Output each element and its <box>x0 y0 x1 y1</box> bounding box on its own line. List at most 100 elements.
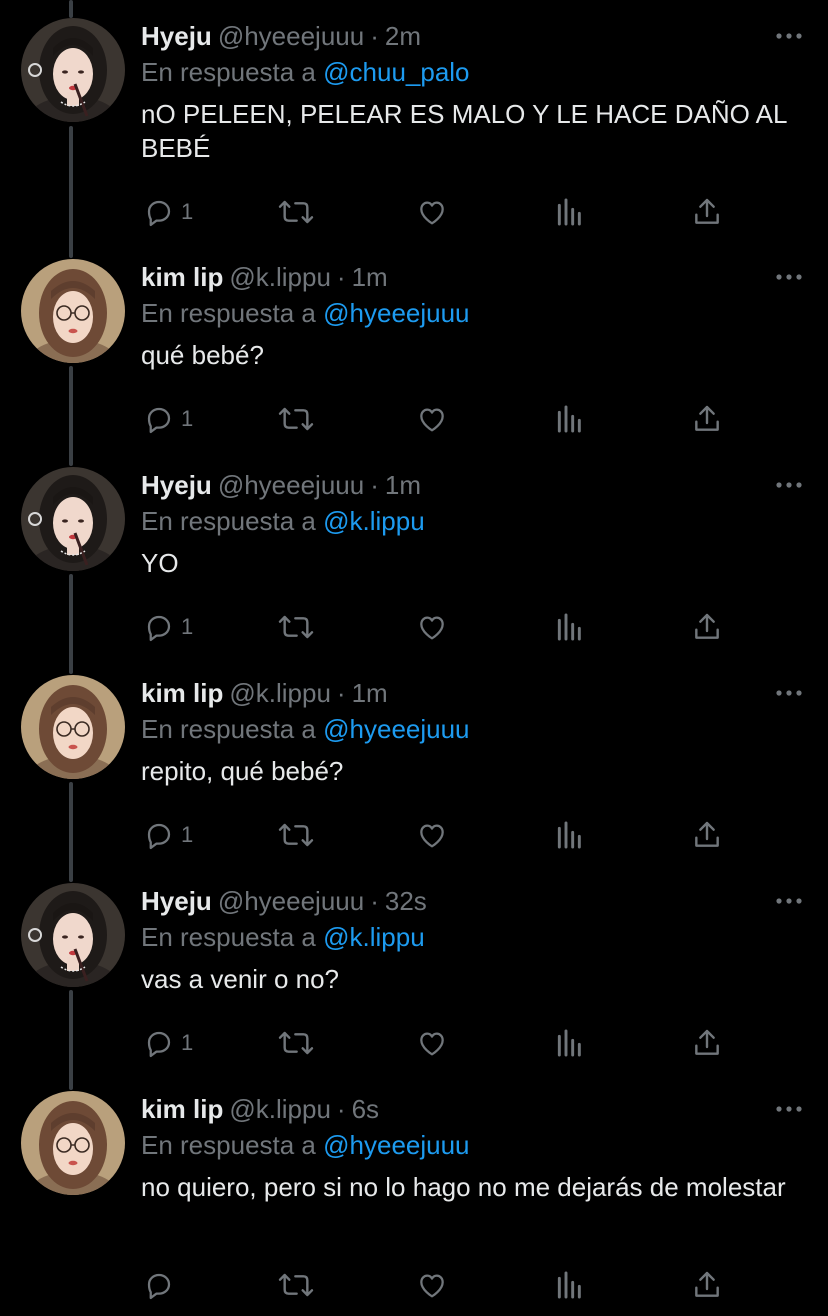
thread-line <box>69 782 73 882</box>
analytics-button[interactable] <box>555 1265 585 1305</box>
tweet-text: nO PELEEN, PELEAR ES MALO Y LE HACE DAÑO… <box>141 99 787 163</box>
separator: · <box>370 21 379 51</box>
reply-context: En respuesta a @hyeeejuuu <box>141 711 804 747</box>
analytics-icon <box>557 821 581 849</box>
avatar[interactable] <box>21 883 125 987</box>
timestamp[interactable]: 2m <box>385 21 421 51</box>
reply-button[interactable]: 1 <box>143 1023 193 1063</box>
username[interactable]: @hyeeejuuu <box>218 470 364 500</box>
more-options-icon[interactable] <box>774 883 804 919</box>
analytics-icon <box>557 198 581 226</box>
timestamp[interactable]: 1m <box>352 678 388 708</box>
retweet-button[interactable] <box>278 1023 314 1063</box>
reply-prefix: En respuesta a <box>141 922 316 952</box>
retweet-icon <box>278 615 314 639</box>
like-icon <box>420 616 444 640</box>
retweet-button[interactable] <box>278 399 314 439</box>
analytics-button[interactable] <box>555 607 585 647</box>
reply-button[interactable] <box>143 1265 181 1305</box>
separator: · <box>336 1094 346 1124</box>
analytics-button[interactable] <box>555 815 585 855</box>
retweet-icon <box>278 823 314 847</box>
display-name[interactable]: kim lip <box>141 262 223 292</box>
timestamp[interactable]: 1m <box>385 470 421 500</box>
avatar[interactable] <box>21 467 125 571</box>
like-button[interactable] <box>415 192 449 232</box>
avatar[interactable] <box>21 259 125 363</box>
analytics-button[interactable] <box>555 399 585 439</box>
reply-mention-link[interactable]: @hyeeejuuu <box>323 714 469 744</box>
analytics-button[interactable] <box>555 192 585 232</box>
display-name[interactable]: Hyeju <box>141 886 212 916</box>
share-button[interactable] <box>691 192 723 232</box>
reply-context: En respuesta a @k.lippu <box>141 503 804 539</box>
timestamp[interactable]: 32s <box>385 886 427 916</box>
retweet-button[interactable] <box>278 815 314 855</box>
analytics-button[interactable] <box>555 1023 585 1063</box>
separator: · <box>370 886 379 916</box>
reply-button[interactable]: 1 <box>143 399 193 439</box>
share-button[interactable] <box>691 1023 723 1063</box>
username[interactable]: @k.lippu <box>229 1094 331 1124</box>
username[interactable]: @hyeeejuuu <box>218 886 364 916</box>
reply-button[interactable]: 1 <box>143 815 193 855</box>
reply-count: 1 <box>181 614 194 639</box>
avatar[interactable] <box>21 675 125 779</box>
tweet-header: Hyeju @hyeeejuuu · 1m <box>141 467 804 503</box>
avatar[interactable] <box>21 18 125 122</box>
like-button[interactable] <box>415 607 449 647</box>
like-button[interactable] <box>415 1265 449 1305</box>
reply-context: En respuesta a @hyeeejuuu <box>141 1127 804 1163</box>
like-icon <box>420 1032 444 1056</box>
like-button[interactable] <box>415 399 449 439</box>
username[interactable]: @k.lippu <box>229 262 331 292</box>
like-button[interactable] <box>415 815 449 855</box>
action-bar: 1 <box>141 399 741 439</box>
more-options-icon[interactable] <box>774 675 804 711</box>
timestamp[interactable]: 1m <box>352 262 388 292</box>
share-button[interactable] <box>691 607 723 647</box>
retweet-button[interactable] <box>278 607 314 647</box>
display-name[interactable]: Hyeju <box>141 21 212 51</box>
more-options-icon[interactable] <box>774 467 804 503</box>
action-bar <box>141 1265 741 1305</box>
retweet-button[interactable] <box>278 1265 314 1305</box>
reply-count: 1 <box>181 1030 194 1055</box>
display-name[interactable]: Hyeju <box>141 470 212 500</box>
reply-mention-link[interactable]: @hyeeejuuu <box>323 1130 469 1160</box>
retweet-icon <box>278 1273 314 1297</box>
display-name[interactable]: kim lip <box>141 678 223 708</box>
hyeju-avatar-icon <box>21 467 125 571</box>
more-options-icon[interactable] <box>774 1091 804 1127</box>
reply-mention-link[interactable]: @k.lippu <box>323 922 425 952</box>
thread-line <box>69 126 73 258</box>
reply-mention-link[interactable]: @k.lippu <box>323 506 425 536</box>
more-options-icon[interactable] <box>774 18 804 54</box>
username[interactable]: @k.lippu <box>229 678 331 708</box>
tweet-text: YO <box>141 548 179 578</box>
reply-mention-link[interactable]: @chuu_palo <box>323 57 469 87</box>
retweet-button[interactable] <box>278 192 314 232</box>
share-icon <box>695 613 719 639</box>
reply-button[interactable]: 1 <box>143 607 193 647</box>
tweet-text: vas a venir o no? <box>141 964 340 994</box>
timestamp[interactable]: 6s <box>352 1094 379 1124</box>
share-button[interactable] <box>691 399 723 439</box>
like-icon <box>420 408 444 432</box>
retweet-icon <box>278 407 314 431</box>
share-button[interactable] <box>691 1265 723 1305</box>
reply-button[interactable]: 1 <box>143 192 193 232</box>
display-name[interactable]: kim lip <box>141 1094 223 1124</box>
share-icon <box>695 405 719 431</box>
username[interactable]: @hyeeejuuu <box>218 21 364 51</box>
reply-mention-link[interactable]: @hyeeejuuu <box>323 298 469 328</box>
retweet-icon <box>278 200 314 224</box>
more-options-icon[interactable] <box>774 259 804 295</box>
share-button[interactable] <box>691 815 723 855</box>
separator: · <box>336 262 346 292</box>
avatar[interactable] <box>21 1091 125 1195</box>
share-icon <box>695 198 719 224</box>
like-button[interactable] <box>415 1023 449 1063</box>
thread-line <box>69 990 73 1090</box>
analytics-icon <box>557 1271 581 1299</box>
